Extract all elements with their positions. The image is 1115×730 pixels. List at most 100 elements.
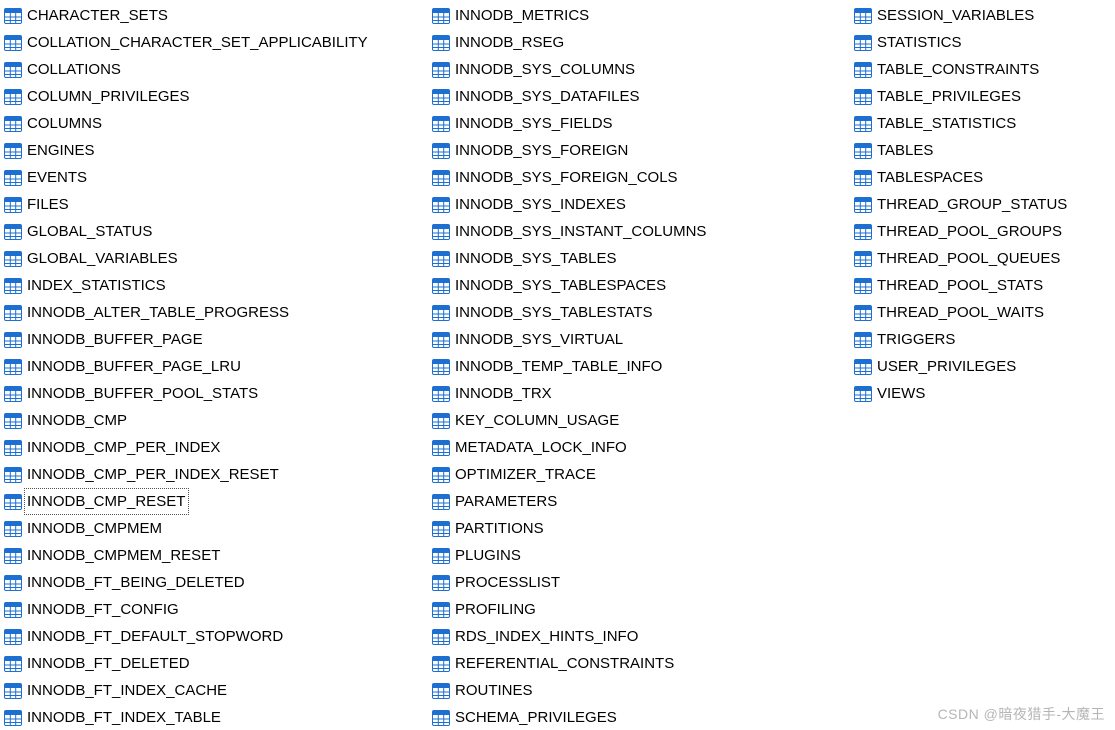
- table-item[interactable]: INNODB_FT_INDEX_TABLE: [4, 704, 432, 730]
- table-item[interactable]: TABLE_CONSTRAINTS: [854, 56, 1112, 83]
- table-item[interactable]: INNODB_ALTER_TABLE_PROGRESS: [4, 299, 432, 326]
- table-item[interactable]: THREAD_POOL_STATS: [854, 272, 1112, 299]
- table-item[interactable]: INNODB_CMP_PER_INDEX: [4, 434, 432, 461]
- table-item[interactable]: TABLESPACES: [854, 164, 1112, 191]
- table-item[interactable]: INNODB_SYS_INSTANT_COLUMNS: [432, 218, 854, 245]
- table-item[interactable]: SCHEMA_PRIVILEGES: [432, 704, 854, 730]
- table-item-label: SESSION_VARIABLES: [874, 2, 1038, 29]
- table-item[interactable]: INNODB_CMP: [4, 407, 432, 434]
- table-icon: [854, 223, 872, 241]
- table-item-label: INNODB_TRX: [452, 380, 556, 407]
- table-item[interactable]: INNODB_FT_CONFIG: [4, 596, 432, 623]
- table-item[interactable]: INNODB_FT_DEFAULT_STOPWORD: [4, 623, 432, 650]
- table-item[interactable]: INNODB_TRX: [432, 380, 854, 407]
- table-item[interactable]: INNODB_BUFFER_POOL_STATS: [4, 380, 432, 407]
- table-item[interactable]: INNODB_CMP_RESET: [4, 488, 432, 515]
- table-item-label: RDS_INDEX_HINTS_INFO: [452, 623, 642, 650]
- table-icon: [854, 34, 872, 52]
- table-icon: [432, 385, 450, 403]
- table-icon: [432, 277, 450, 295]
- table-item-label: EVENTS: [24, 164, 91, 191]
- table-item[interactable]: INNODB_SYS_INDEXES: [432, 191, 854, 218]
- table-item[interactable]: INNODB_CMP_PER_INDEX_RESET: [4, 461, 432, 488]
- table-item[interactable]: INNODB_SYS_FIELDS: [432, 110, 854, 137]
- table-item-label: TRIGGERS: [874, 326, 959, 353]
- table-item[interactable]: PLUGINS: [432, 542, 854, 569]
- table-item-label: COLLATIONS: [24, 56, 125, 83]
- table-icon: [4, 88, 22, 106]
- table-item[interactable]: SESSION_VARIABLES: [854, 2, 1112, 29]
- table-item[interactable]: INNODB_FT_DELETED: [4, 650, 432, 677]
- table-item[interactable]: PROFILING: [432, 596, 854, 623]
- table-item[interactable]: PARAMETERS: [432, 488, 854, 515]
- table-item[interactable]: COLUMNS: [4, 110, 432, 137]
- table-item[interactable]: OPTIMIZER_TRACE: [432, 461, 854, 488]
- table-item[interactable]: THREAD_POOL_WAITS: [854, 299, 1112, 326]
- table-item[interactable]: INNODB_SYS_FOREIGN_COLS: [432, 164, 854, 191]
- table-icon: [4, 520, 22, 538]
- table-item[interactable]: PROCESSLIST: [432, 569, 854, 596]
- table-item[interactable]: COLLATION_CHARACTER_SET_APPLICABILITY: [4, 29, 432, 56]
- table-item-label: INNODB_SYS_DATAFILES: [452, 83, 644, 110]
- table-item[interactable]: PARTITIONS: [432, 515, 854, 542]
- table-item[interactable]: INNODB_SYS_DATAFILES: [432, 83, 854, 110]
- table-item-label: INNODB_BUFFER_PAGE_LRU: [24, 353, 245, 380]
- table-item[interactable]: GLOBAL_STATUS: [4, 218, 432, 245]
- table-item-label: FILES: [24, 191, 73, 218]
- table-item[interactable]: THREAD_POOL_GROUPS: [854, 218, 1112, 245]
- table-item[interactable]: INNODB_SYS_TABLES: [432, 245, 854, 272]
- table-item[interactable]: INNODB_FT_BEING_DELETED: [4, 569, 432, 596]
- table-item[interactable]: INNODB_SYS_FOREIGN: [432, 137, 854, 164]
- table-item[interactable]: FILES: [4, 191, 432, 218]
- table-icon: [432, 34, 450, 52]
- table-item[interactable]: INNODB_RSEG: [432, 29, 854, 56]
- table-item[interactable]: INNODB_SYS_TABLESTATS: [432, 299, 854, 326]
- table-item[interactable]: INDEX_STATISTICS: [4, 272, 432, 299]
- table-item[interactable]: THREAD_GROUP_STATUS: [854, 191, 1112, 218]
- table-icon: [432, 574, 450, 592]
- table-item-label: INNODB_CMPMEM: [24, 515, 166, 542]
- table-item[interactable]: COLLATIONS: [4, 56, 432, 83]
- table-item[interactable]: THREAD_POOL_QUEUES: [854, 245, 1112, 272]
- table-item[interactable]: INNODB_SYS_COLUMNS: [432, 56, 854, 83]
- table-icon: [854, 331, 872, 349]
- table-icon: [432, 709, 450, 727]
- table-item[interactable]: INNODB_BUFFER_PAGE_LRU: [4, 353, 432, 380]
- table-item[interactable]: REFERENTIAL_CONSTRAINTS: [432, 650, 854, 677]
- table-item[interactable]: METADATA_LOCK_INFO: [432, 434, 854, 461]
- table-icon: [4, 682, 22, 700]
- table-item[interactable]: INNODB_SYS_VIRTUAL: [432, 326, 854, 353]
- table-list-container: CHARACTER_SETSCOLLATION_CHARACTER_SET_AP…: [0, 0, 1115, 730]
- table-item[interactable]: TRIGGERS: [854, 326, 1112, 353]
- table-item-label: INNODB_SYS_TABLES: [452, 245, 620, 272]
- table-item[interactable]: TABLE_PRIVILEGES: [854, 83, 1112, 110]
- table-item[interactable]: TABLE_STATISTICS: [854, 110, 1112, 137]
- table-item[interactable]: USER_PRIVILEGES: [854, 353, 1112, 380]
- table-icon: [4, 304, 22, 322]
- table-item[interactable]: CHARACTER_SETS: [4, 2, 432, 29]
- table-item[interactable]: INNODB_FT_INDEX_CACHE: [4, 677, 432, 704]
- table-item-label: INNODB_SYS_TABLESTATS: [452, 299, 657, 326]
- table-item[interactable]: INNODB_TEMP_TABLE_INFO: [432, 353, 854, 380]
- table-item[interactable]: STATISTICS: [854, 29, 1112, 56]
- table-item[interactable]: RDS_INDEX_HINTS_INFO: [432, 623, 854, 650]
- table-item[interactable]: INNODB_METRICS: [432, 2, 854, 29]
- table-item[interactable]: TABLES: [854, 137, 1112, 164]
- table-icon: [854, 142, 872, 160]
- table-icon: [432, 493, 450, 511]
- table-item[interactable]: INNODB_CMPMEM: [4, 515, 432, 542]
- table-item[interactable]: ENGINES: [4, 137, 432, 164]
- table-item[interactable]: VIEWS: [854, 380, 1112, 407]
- table-item[interactable]: INNODB_CMPMEM_RESET: [4, 542, 432, 569]
- table-item[interactable]: ROUTINES: [432, 677, 854, 704]
- table-icon: [432, 520, 450, 538]
- table-item[interactable]: INNODB_SYS_TABLESPACES: [432, 272, 854, 299]
- table-item[interactable]: GLOBAL_VARIABLES: [4, 245, 432, 272]
- table-icon: [432, 655, 450, 673]
- table-icon: [4, 439, 22, 457]
- table-item[interactable]: KEY_COLUMN_USAGE: [432, 407, 854, 434]
- table-item[interactable]: EVENTS: [4, 164, 432, 191]
- table-item[interactable]: INNODB_BUFFER_PAGE: [4, 326, 432, 353]
- table-item[interactable]: COLUMN_PRIVILEGES: [4, 83, 432, 110]
- table-item-label: INNODB_BUFFER_POOL_STATS: [24, 380, 262, 407]
